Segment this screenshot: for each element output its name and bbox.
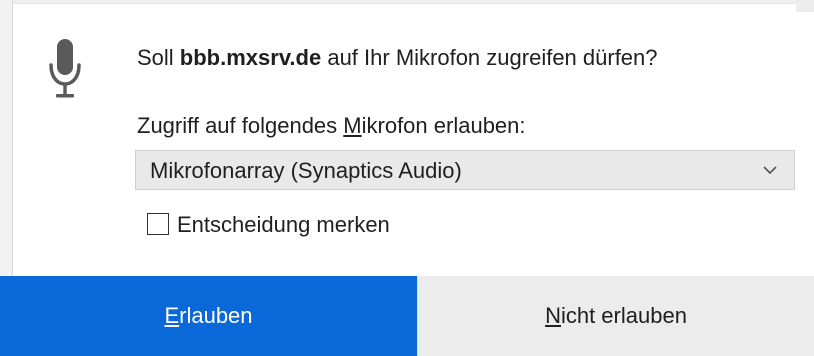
window-top-edge: [0, 0, 814, 4]
microphone-icon: [49, 39, 81, 98]
device-select-label-before: Zugriff auf folgendes: [137, 113, 344, 138]
chevron-down-icon: [763, 166, 777, 175]
window-corner: [796, 0, 814, 12]
device-select-label-after: ikrofon erlauben:: [361, 113, 526, 138]
prompt-prefix: Soll: [137, 45, 180, 70]
device-select-label-accesskey: M: [343, 113, 362, 138]
allow-button-label: rlauben: [179, 303, 253, 328]
window-left-edge: [0, 0, 13, 276]
remember-decision-label[interactable]: Entscheidung merken: [177, 211, 390, 239]
microphone-select[interactable]: Mikrofonarray (Synaptics Audio): [135, 150, 795, 190]
microphone-select-value: Mikrofonarray (Synaptics Audio): [150, 158, 462, 183]
allow-button-accesskey: E: [164, 303, 180, 328]
device-select-label: Zugriff auf folgendes Mikrofon erlauben:: [137, 112, 526, 140]
deny-button[interactable]: Nicht erlauben: [417, 276, 814, 356]
allow-button[interactable]: Erlauben: [0, 276, 417, 356]
remember-decision-checkbox[interactable]: [147, 213, 169, 235]
permission-prompt: Soll bbb.mxsrv.de auf Ihr Mikrofon zugre…: [137, 44, 658, 72]
deny-button-accesskey: N: [545, 303, 561, 328]
deny-button-label: icht erlauben: [560, 303, 687, 328]
prompt-suffix: auf Ihr Mikrofon zugreifen dürfen?: [321, 45, 658, 70]
prompt-host: bbb.mxsrv.de: [179, 45, 322, 70]
